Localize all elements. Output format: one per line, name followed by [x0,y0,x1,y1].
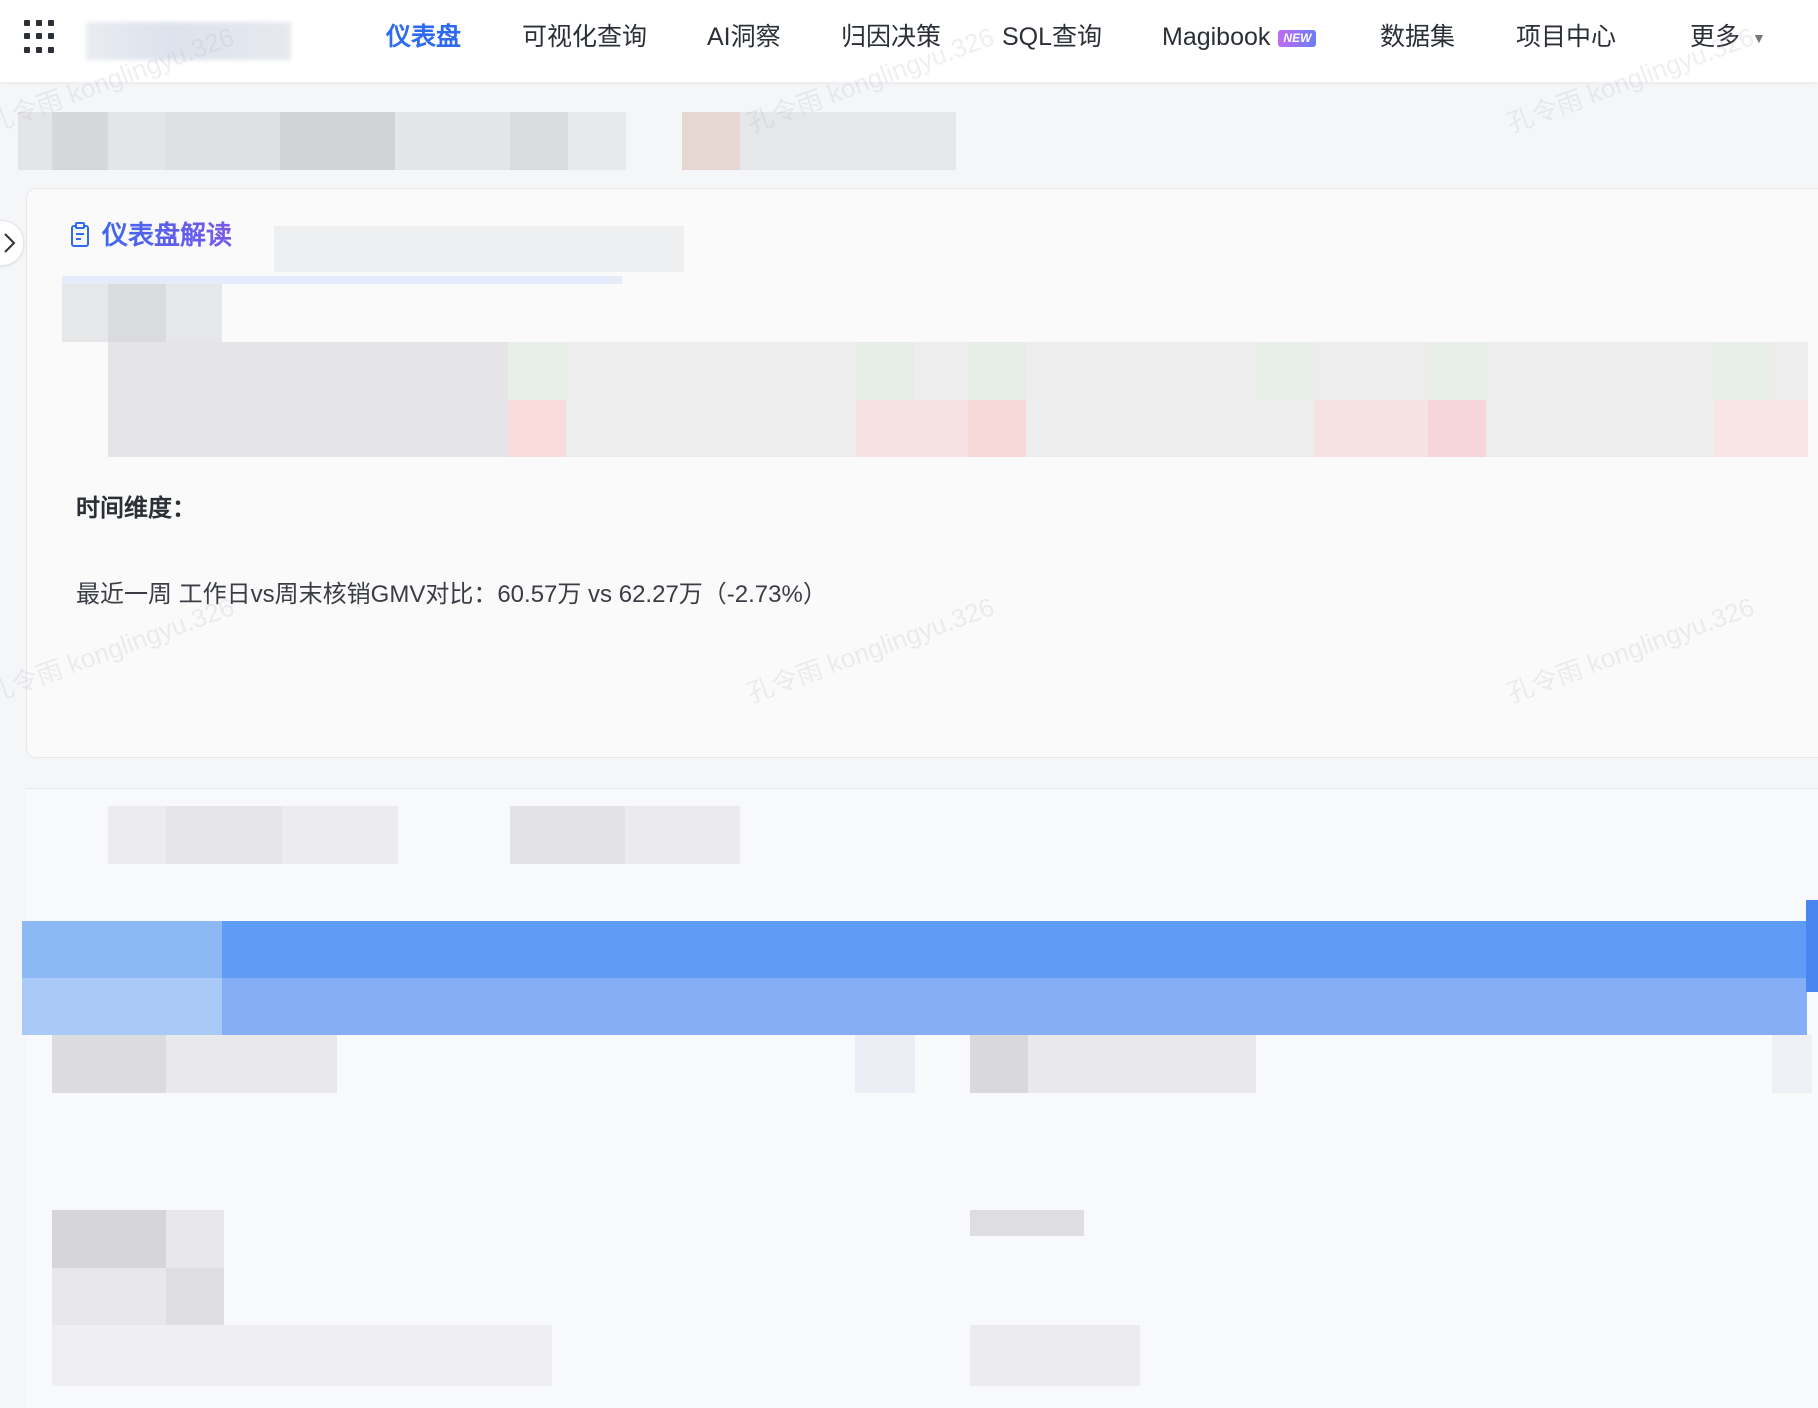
redacted-report-panel [26,788,1818,1408]
nav-sql-query[interactable]: SQL查询 [1002,22,1102,52]
nav-project-center[interactable]: 项目中心 [1516,22,1616,52]
nav-attribution[interactable]: 归因决策 [841,22,941,52]
caret-down-icon: ▼ [1752,30,1766,47]
nav-more-label: 更多 [1690,23,1741,51]
nav-magibook[interactable]: Magibook NEW [1162,22,1317,52]
redacted-bar-edge [1806,900,1818,992]
product-logo-redacted[interactable] [86,22,291,60]
time-dimension-label: 时间维度： [76,495,196,522]
redacted-bar-segment [22,921,222,1035]
redacted-table-header-bar [22,921,1807,1035]
nav-magibook-label: Magibook [1162,23,1271,51]
top-navigation-bar: 仪表盘 可视化查询 AI洞察 归因决策 SQL查询 Magibook NEW 数据… [0,0,1818,82]
redacted-underline [62,276,622,284]
insight-card-title-text: 仪表盘解读 [102,220,233,250]
nav-more[interactable]: 更多 ▼ [1690,22,1766,53]
dashboard-insight-card [26,188,1818,758]
nav-dashboard[interactable]: 仪表盘 [386,22,461,52]
clipboard-icon [70,222,92,248]
app-grid-icon[interactable] [24,20,58,54]
chevron-right-icon [4,233,16,253]
new-badge: NEW [1278,29,1317,47]
redacted-title-meta [274,226,684,272]
expand-sidebar-button[interactable] [0,220,24,266]
nav-visual-query[interactable]: 可视化查询 [522,22,647,52]
nav-datasets[interactable]: 数据集 [1380,22,1455,52]
insight-card-title: 仪表盘解读 [70,218,232,252]
nav-ai-insight[interactable]: AI洞察 [707,22,781,52]
gmv-comparison-text: 最近一周 工作日vs周末核销GMV对比：60.57万 vs 62.27万（-2.… [76,581,827,608]
